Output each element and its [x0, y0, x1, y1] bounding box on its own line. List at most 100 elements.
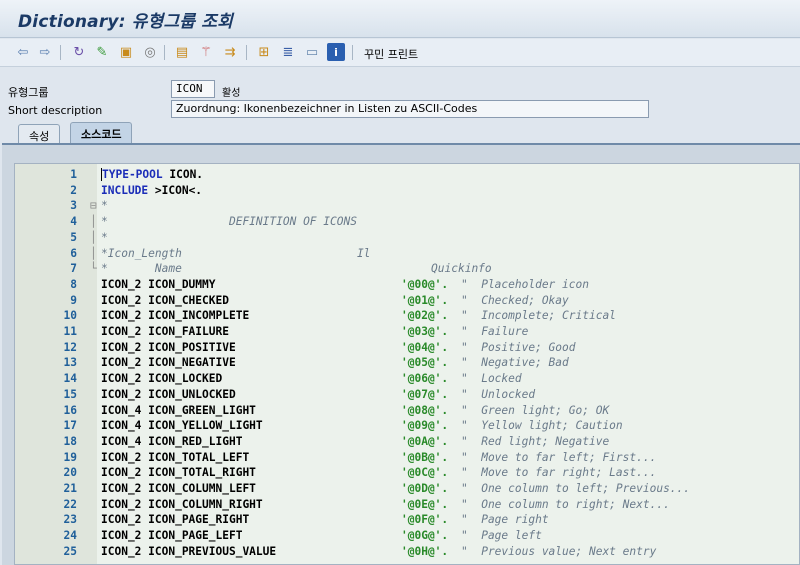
tab-attributes[interactable]: 속성	[18, 124, 61, 144]
code-line[interactable]: 25 ICON_2 ICON_PREVIOUS_VALUE '@0H@'. " Pre…	[15, 544, 799, 561]
code-text: ICON_2 ICON_PAGE_RIGHT	[101, 513, 249, 526]
code-line[interactable]: 13 ICON_2 ICON_NEGATIVE '@05@'. " Negative;…	[15, 356, 799, 372]
code-line[interactable]: 20 ICON_2 ICON_TOTAL_RIGHT '@0C@'. " Move t…	[15, 466, 799, 482]
code-line[interactable]: 5 │ *	[15, 231, 799, 247]
icon-code-literal: '@0B@'.	[401, 450, 449, 464]
quickinfo-comment: " Red light; Negative	[461, 434, 610, 448]
quickinfo-comment: " Page left	[461, 529, 542, 543]
icon-code-literal: '@0G@'.	[401, 529, 449, 543]
quickinfo-comment: " Locked	[461, 372, 522, 386]
code-line[interactable]: 7 └ * Name Quickinfo	[15, 262, 799, 278]
code-line[interactable]: 6 │ *Icon_Length Il	[15, 246, 799, 263]
toolbar-separator	[352, 45, 353, 60]
tab-source-code[interactable]: 소스코드	[70, 122, 133, 144]
line-number: 18	[63, 434, 77, 448]
code-line[interactable]: 1 TYPE-POOL ICON.	[15, 168, 799, 184]
quickinfo-comment: " Move to far left; First...	[461, 450, 657, 464]
glasses-icon[interactable]: ↻	[70, 43, 88, 61]
line-number: 21	[63, 482, 77, 495]
forward-arrow-icon[interactable]: ⇨	[36, 43, 54, 61]
code-text: ICON_2 ICON_UNLOCKED	[101, 388, 236, 401]
code-line[interactable]: 18 ICON_4 ICON_RED_LIGHT '@0A@'. " Red ligh…	[15, 434, 799, 451]
icon-code-literal: '@05@'.	[401, 356, 449, 370]
code-line[interactable]: 11 ICON_2 ICON_FAILURE '@03@'. " Failure	[15, 325, 799, 341]
code-text: ICON_2 ICON_TOTAL_RIGHT	[101, 466, 256, 479]
code-line[interactable]: 24 ICON_2 ICON_PAGE_LEFT '@0G@'. " Page lef…	[15, 529, 799, 545]
icon-constant-name: ICON_4 ICON_YELLOW_LIGHT	[101, 419, 263, 433]
code-editor[interactable]: 1 TYPE-POOL ICON. 2 INCLUDE >ICON<. 3 ⊟ * 4 │ * D…	[14, 163, 800, 565]
object-list-icon[interactable]: ▣	[117, 43, 135, 61]
line-number: 15	[63, 387, 77, 401]
code-line[interactable]: 19 ICON_2 ICON_TOTAL_LEFT '@0B@'. " Move to…	[15, 450, 799, 467]
line-number: 16	[63, 403, 77, 417]
activate-icon[interactable]: ◎	[141, 43, 159, 61]
code-line[interactable]: 3 ⊟ *	[15, 199, 799, 215]
line-number: 7	[70, 262, 77, 276]
line-number: 17	[63, 419, 77, 433]
quickinfo-comment: " Previous value; Next entry	[461, 544, 657, 558]
icon-constant-name: ICON_2 ICON_POSITIVE	[101, 340, 236, 354]
code-line[interactable]: 23 ICON_2 ICON_PAGE_RIGHT '@0F@'. " Page ri…	[15, 513, 799, 529]
line-number: 19	[63, 450, 77, 464]
code-line[interactable]: 9 ICON_2 ICON_CHECKED '@01@'. " Checked; Ok…	[15, 294, 799, 310]
code-line[interactable]: 21 ICON_2 ICON_COLUMN_LEFT '@0D@'. " One co…	[15, 482, 799, 498]
toolbar-separator	[246, 45, 247, 60]
code-line[interactable]: 15 ICON_2 ICON_UNLOCKED '@07@'. " Unlocked	[15, 387, 799, 404]
where-used-icon[interactable]: ⇉	[221, 43, 239, 61]
quickinfo-comment: " Green light; Go; OK	[461, 403, 610, 417]
line-number: 8	[70, 277, 77, 291]
short-description-field[interactable]: Zuordnung: Ikonenbezeichner in Listen zu…	[171, 100, 649, 118]
code-text: ICON_4 ICON_YELLOW_LIGHT	[101, 419, 263, 432]
info-icon[interactable]: i	[327, 43, 345, 61]
back-arrow-icon[interactable]: ⇦	[14, 43, 32, 61]
code-line[interactable]: 12 ICON_2 ICON_POSITIVE '@04@'. " Positive;…	[15, 340, 799, 357]
code-text: ICON_2 ICON_COLUMN_RIGHT	[101, 498, 263, 511]
code-text: * DEFINITION OF ICONS	[101, 215, 357, 229]
type-group-field[interactable]: ICON	[171, 80, 215, 98]
code-line[interactable]: 14 ICON_2 ICON_LOCKED '@06@'. " Locked	[15, 372, 799, 388]
icon-constant-name: ICON_2 ICON_INCOMPLETE	[101, 309, 250, 323]
line-number: 23	[63, 513, 77, 527]
short-description-label: Short description	[8, 104, 103, 117]
quickinfo-comment: " Unlocked	[461, 387, 536, 401]
code-text: ICON_2 ICON_INCOMPLETE	[101, 309, 249, 322]
code-text: * Name Quickinfo	[101, 262, 492, 276]
line-number: 4	[70, 215, 77, 229]
code-text: ICON_2 ICON_LOCKED	[101, 372, 222, 385]
icon-code-literal: '@00@'.	[401, 277, 449, 291]
other-object-icon[interactable]: ▤	[173, 43, 191, 61]
fold-toggle-icon[interactable]: ⊟	[90, 199, 98, 212]
code-line[interactable]: 4 │ * DEFINITION OF ICONS	[15, 215, 799, 231]
toolbar-separator	[164, 45, 165, 60]
code-text: TYPE-POOL ICON.	[101, 168, 204, 181]
quickinfo-comment: " One column to right; Next...	[461, 497, 670, 511]
window-icon[interactable]: ▭	[303, 43, 321, 61]
line-number: 14	[63, 372, 77, 386]
icon-constant-name: ICON_2 ICON_PAGE_LEFT	[101, 529, 243, 543]
wand-icon[interactable]: ⚚	[197, 43, 215, 61]
line-number: 13	[63, 356, 77, 370]
code-line[interactable]: 8 ICON_2 ICON_DUMMY '@00@'. " Placeholder i…	[15, 277, 799, 294]
code-text: ICON_2 ICON_POSITIVE	[101, 341, 236, 354]
code-line[interactable]: 17 ICON_4 ICON_YELLOW_LIGHT '@09@'. " Yello…	[15, 419, 799, 435]
hierarchy-icon[interactable]: ⊞	[255, 43, 273, 61]
code-line[interactable]: 10 ICON_2 ICON_INCOMPLETE '@02@'. " Incompl…	[15, 309, 799, 325]
code-line[interactable]: 16 ICON_4 ICON_GREEN_LIGHT '@08@'. " Green …	[15, 403, 799, 420]
type-group-label: 유형그룹	[8, 86, 49, 99]
pretty-print-button[interactable]: 꾸민 프린트	[364, 46, 418, 62]
stack-icon[interactable]: ≣	[279, 43, 297, 61]
code-line[interactable]: 22 ICON_2 ICON_COLUMN_RIGHT '@0E@'. " One c…	[15, 497, 799, 514]
icon-code-literal: '@04@'.	[401, 340, 449, 354]
toolbar-separator	[60, 45, 61, 60]
icon-code-literal: '@0H@'.	[401, 544, 449, 558]
line-number: 1	[70, 168, 77, 181]
line-number: 12	[63, 340, 77, 354]
quickinfo-comment: " Positive; Good	[461, 340, 576, 354]
code-text: ICON_2 ICON_PAGE_LEFT	[101, 529, 242, 542]
code-text: ICON_2 ICON_TOTAL_LEFT	[101, 451, 249, 464]
code-text: *Icon_Length Il	[101, 246, 371, 260]
display-change-icon[interactable]: ✎	[93, 43, 111, 61]
line-number: 2	[70, 183, 77, 197]
code-line[interactable]: 2 INCLUDE >ICON<.	[15, 183, 799, 200]
code-text: ICON_2 ICON_CHECKED	[101, 294, 229, 307]
